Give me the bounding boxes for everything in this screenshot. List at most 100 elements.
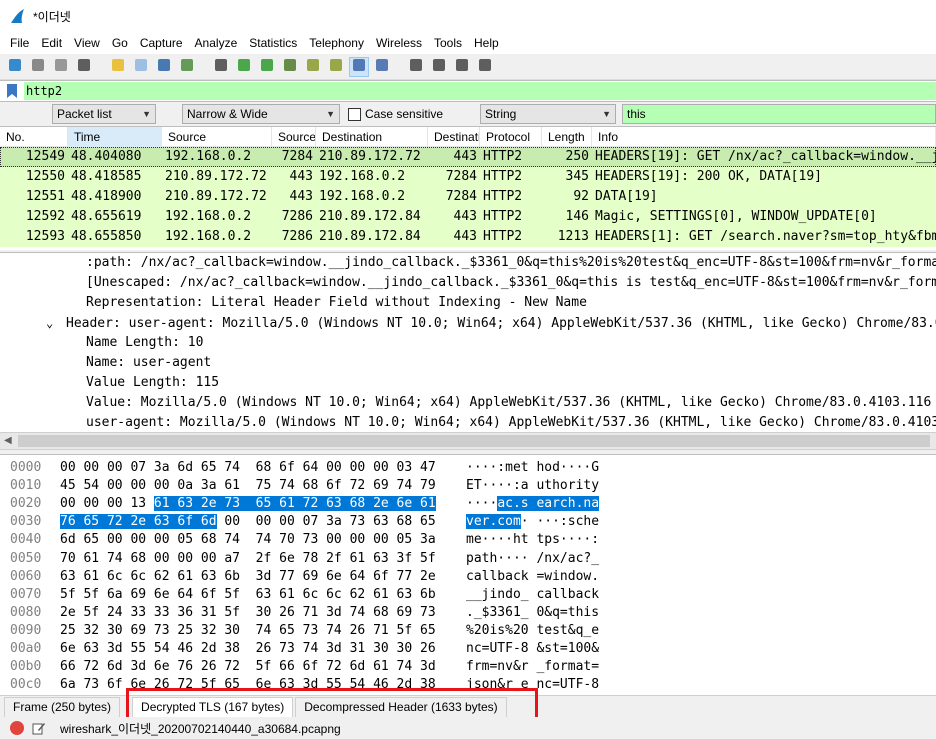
- menu-telephony[interactable]: Telephony: [303, 33, 370, 53]
- byte-hex[interactable]: 5f 5f 6a 69 6e 64 6f 5f 63 61 6c 6c 62 6…: [60, 586, 436, 604]
- expand-chevron-icon[interactable]: ⌄: [46, 313, 66, 333]
- display-filter-input[interactable]: http2: [24, 82, 936, 100]
- byte-ascii[interactable]: me····ht tps····:: [466, 531, 599, 549]
- menu-tools[interactable]: Tools: [428, 33, 468, 53]
- byte-ascii[interactable]: frm=nv&r _format=: [466, 658, 599, 676]
- byte-hex[interactable]: 6e 63 3d 55 54 46 2d 38 26 73 74 3d 31 3…: [60, 640, 436, 658]
- packet-row[interactable]: 12593 48.655850 192.168.0.2 7286 210.89.172.…: [0, 227, 936, 247]
- bytes-tab[interactable]: Decompressed Header (1633 bytes): [295, 697, 507, 717]
- detail-line[interactable]: :path: /nx/ac?_callback=window.__jindo_c…: [0, 253, 936, 273]
- byte-ascii[interactable]: ._$3361_ 0&q=this: [466, 604, 599, 622]
- byte-hex[interactable]: 6a 73 6f 6e 26 72 5f 65 6e 63 3d 55 54 4…: [60, 676, 436, 694]
- capture-comment-icon[interactable]: [32, 721, 46, 735]
- column-header[interactable]: Protocol: [480, 127, 542, 147]
- packet-row[interactable]: 12592 48.655619 192.168.0.2 7286 210.89.172.…: [0, 207, 936, 227]
- char-width-select[interactable]: Narrow & Wide ▼: [182, 104, 340, 124]
- byte-hex[interactable]: 6d 65 00 00 00 05 68 74 74 70 73 00 00 0…: [60, 531, 436, 549]
- expert-info-icon[interactable]: [10, 721, 24, 735]
- byte-hex[interactable]: 2e 5f 24 33 33 36 31 5f 30 26 71 3d 74 6…: [60, 604, 436, 622]
- packet-row[interactable]: 12549 48.404080 192.168.0.2 7284 210.89.172.…: [0, 147, 936, 167]
- toolbar-close-file-button[interactable]: [154, 57, 174, 77]
- scrollbar-thumb[interactable]: [18, 435, 930, 447]
- packet-row[interactable]: 12551 48.418900 210.89.172.72 443 192.168.0.…: [0, 187, 936, 207]
- menu-statistics[interactable]: Statistics: [243, 33, 303, 53]
- detail-line[interactable]: Representation: Literal Header Field wit…: [0, 293, 936, 313]
- details-horizontal-scrollbar[interactable]: ◀: [0, 432, 936, 450]
- byte-ascii[interactable]: __jindo_ callback: [466, 586, 599, 604]
- byte-ascii[interactable]: nc=UTF-8 &st=100&: [466, 640, 599, 658]
- byte-hex[interactable]: 00 00 00 07 3a 6d 65 74 68 6f 64 00 00 0…: [60, 459, 436, 477]
- checkbox-box[interactable]: [348, 107, 361, 121]
- byte-hex[interactable]: 45 54 00 00 00 0a 3a 61 75 74 68 6f 72 6…: [60, 477, 436, 495]
- menu-edit[interactable]: Edit: [35, 33, 68, 53]
- byte-hex[interactable]: 00 00 00 13 61 63 2e 73 65 61 72 63 68 2…: [60, 495, 436, 513]
- column-header[interactable]: Length: [542, 127, 592, 147]
- toolbar-save-file-button[interactable]: [131, 57, 151, 77]
- toolbar-reload-button[interactable]: [177, 57, 197, 77]
- toolbar-open-file-button[interactable]: [108, 57, 128, 77]
- byte-ascii[interactable]: ver.com· ···:sche: [466, 513, 599, 531]
- byte-ascii[interactable]: ····:met hod····G: [466, 459, 599, 477]
- byte-hex[interactable]: 63 61 6c 6c 62 61 63 6b 3d 77 69 6e 64 6…: [60, 568, 436, 586]
- search-in-select[interactable]: Packet list ▼: [52, 104, 156, 124]
- menu-analyze[interactable]: Analyze: [189, 33, 244, 53]
- menu-wireless[interactable]: Wireless: [370, 33, 428, 53]
- case-sensitive-checkbox[interactable]: Case sensitive: [348, 107, 480, 121]
- scroll-left-icon[interactable]: ◀: [4, 435, 12, 446]
- byte-ascii[interactable]: ET····:a uthority: [466, 477, 599, 495]
- toolbar-autoscroll-button[interactable]: [349, 56, 369, 77]
- byte-ascii[interactable]: %20is%20 test&q_e: [466, 622, 599, 640]
- menu-capture[interactable]: Capture: [134, 33, 189, 53]
- packet-row[interactable]: 12550 48.418585 210.89.172.72 443 192.168.0.…: [0, 167, 936, 187]
- byte-ascii[interactable]: callback =window.: [466, 568, 599, 586]
- byte-ascii[interactable]: json&r_e nc=UTF-8: [466, 676, 599, 694]
- column-header[interactable]: Time: [68, 127, 162, 147]
- detail-line[interactable]: Name Length: 10: [0, 333, 936, 353]
- byte-hex[interactable]: 70 61 74 68 00 00 00 a7 2f 6e 78 2f 61 6…: [60, 550, 436, 568]
- packet-cell-len: 345: [565, 169, 589, 184]
- menu-file[interactable]: File: [4, 33, 35, 53]
- toolbar-zoom-out-button[interactable]: [429, 57, 449, 77]
- ascii-text: __jindo_ callback: [466, 586, 600, 602]
- byte-ascii[interactable]: ····ac.s earch.na: [466, 495, 600, 513]
- column-header[interactable]: Destination: [316, 127, 428, 147]
- toolbar-back-arrow-button[interactable]: [234, 57, 254, 77]
- toolbar-zoom-in-button[interactable]: [406, 57, 426, 77]
- toolbar-goto-packet-button[interactable]: [280, 57, 300, 77]
- detail-line[interactable]: [Unescaped: /nx/ac?_callback=window.__ji…: [0, 273, 936, 293]
- toolbar-resize-columns-button[interactable]: [475, 57, 495, 77]
- toolbar-last-packet-button[interactable]: [326, 57, 346, 77]
- menu-view[interactable]: View: [68, 33, 106, 53]
- byte-hex[interactable]: 76 65 72 2e 63 6f 6d 00 00 00 07 3a 73 6…: [60, 513, 436, 531]
- byte-ascii[interactable]: path···· /nx/ac?_: [466, 550, 599, 568]
- bytes-tab[interactable]: Decrypted TLS (167 bytes): [132, 697, 294, 717]
- detail-line[interactable]: ⌄ Header: user-agent: Mozilla/5.0 (Window…: [0, 313, 936, 333]
- toolbar-first-packet-button[interactable]: [303, 57, 323, 77]
- toolbar-zoom-reset-button[interactable]: [452, 57, 472, 77]
- menu-help[interactable]: Help: [468, 33, 505, 53]
- menu-go[interactable]: Go: [106, 33, 134, 53]
- detail-line[interactable]: Name: user-agent: [0, 353, 936, 373]
- detail-line[interactable]: Value Length: 115: [0, 373, 936, 393]
- column-header[interactable]: Info: [592, 127, 936, 147]
- toolbar-restart-button[interactable]: [51, 57, 71, 77]
- bytes-tab[interactable]: Frame (250 bytes): [4, 697, 121, 717]
- toolbar-find-button[interactable]: [211, 57, 231, 77]
- byte-hex[interactable]: 25 32 30 69 73 25 32 30 74 65 73 74 26 7…: [60, 622, 436, 640]
- column-header[interactable]: No.: [0, 127, 68, 147]
- toolbar-shark-fin-start-button[interactable]: [5, 57, 25, 77]
- column-header[interactable]: Destinati: [428, 127, 480, 147]
- toolbar-forward-arrow-button[interactable]: [257, 57, 277, 77]
- detail-line[interactable]: Value: Mozilla/5.0 (Windows NT 10.0; Win…: [0, 393, 936, 413]
- search-type-select[interactable]: String ▼: [480, 104, 616, 124]
- bookmark-icon[interactable]: [6, 83, 18, 99]
- column-header[interactable]: Source: [162, 127, 272, 147]
- toolbar-stop-button[interactable]: [28, 57, 48, 77]
- detail-line[interactable]: user-agent: Mozilla/5.0 (Windows NT 10.0…: [0, 413, 936, 432]
- toolbar-colorize-button[interactable]: [372, 57, 392, 77]
- hex-text: 00 00 00 13: [60, 496, 154, 512]
- column-header[interactable]: Source: [272, 127, 316, 147]
- byte-hex[interactable]: 66 72 6d 3d 6e 76 26 72 5f 66 6f 72 6d 6…: [60, 658, 436, 676]
- find-query-input[interactable]: this: [622, 104, 936, 124]
- toolbar-options-gear-button[interactable]: [74, 57, 94, 77]
